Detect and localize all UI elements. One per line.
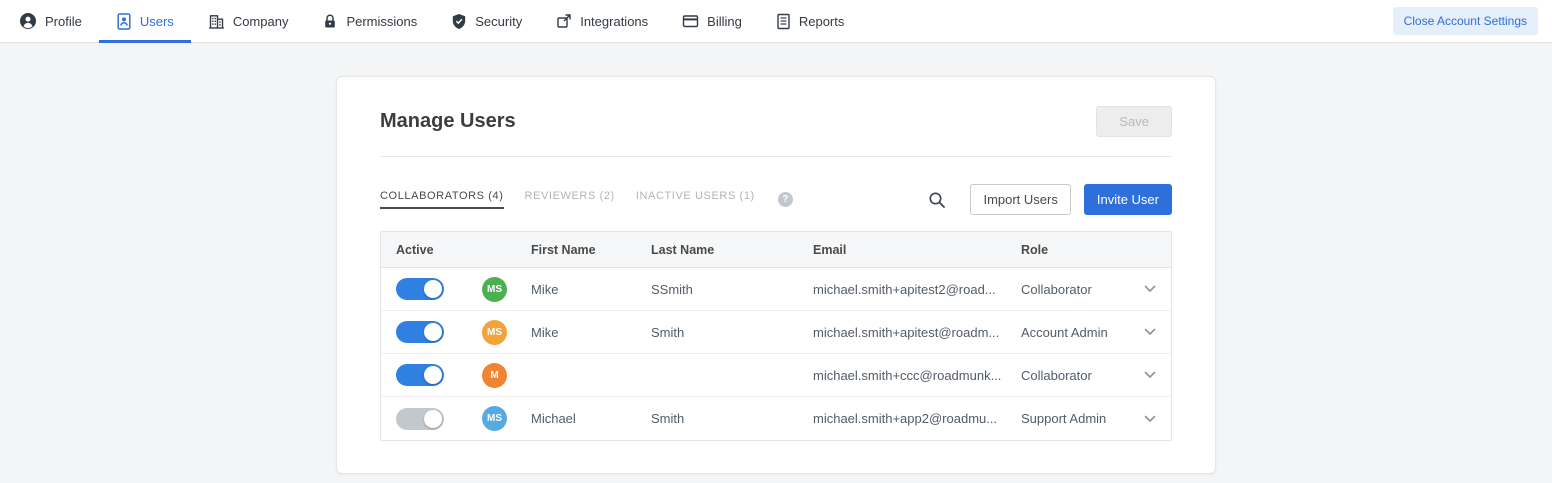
last-name-cell: Smith [651, 325, 813, 340]
avatar: MS [482, 320, 507, 345]
role-cell: Support Admin [1021, 411, 1138, 426]
users-toolbar: COLLABORATORS (4) REVIEWERS (2) INACTIVE… [380, 157, 1172, 231]
nav-item-label: Users [140, 14, 174, 29]
email-cell: michael.smith+ccc@roadmunk... [813, 368, 1021, 383]
active-cell: MS [381, 406, 531, 431]
company-icon [208, 13, 225, 30]
avatar: MS [482, 406, 507, 431]
nav-item-label: Billing [707, 14, 742, 29]
header-role: Role [1021, 243, 1138, 257]
table-row: MS Mike SSmith michael.smith+apitest2@ro… [381, 268, 1171, 311]
lock-icon [322, 13, 338, 30]
nav-item-label: Company [233, 14, 289, 29]
active-cell: MS [381, 277, 531, 302]
row-expand-button[interactable] [1138, 328, 1171, 336]
nav-item-company[interactable]: Company [191, 0, 306, 42]
role-cell: Collaborator [1021, 368, 1138, 383]
nav-item-label: Permissions [346, 14, 417, 29]
integrations-icon [556, 13, 572, 29]
first-name-cell: Mike [531, 325, 651, 340]
nav-item-profile[interactable]: Profile [2, 0, 99, 42]
email-cell: michael.smith+app2@roadmu... [813, 411, 1021, 426]
header-email: Email [813, 243, 1021, 257]
chevron-down-icon [1144, 371, 1156, 379]
row-expand-button[interactable] [1138, 371, 1171, 379]
last-name-cell: SSmith [651, 282, 813, 297]
nav-item-label: Reports [799, 14, 845, 29]
invite-user-button[interactable]: Invite User [1084, 184, 1172, 215]
active-cell: MS [381, 320, 531, 345]
users-table: Active First Name Last Name Email Role M… [380, 231, 1172, 441]
tab-collaborators[interactable]: COLLABORATORS (4) [380, 190, 504, 209]
account-settings-nav: Profile Users Company [0, 0, 1552, 43]
active-toggle[interactable] [396, 408, 444, 430]
card-header: Manage Users Save [380, 77, 1172, 157]
active-toggle[interactable] [396, 321, 444, 343]
first-name-cell: Mike [531, 282, 651, 297]
nav-item-billing[interactable]: Billing [665, 0, 759, 42]
shield-icon [451, 13, 467, 30]
save-button[interactable]: Save [1096, 106, 1172, 137]
chevron-down-icon [1144, 285, 1156, 293]
email-cell: michael.smith+apitest@roadm... [813, 325, 1021, 340]
toggle-knob [424, 323, 442, 341]
email-cell: michael.smith+apitest2@road... [813, 282, 1021, 297]
tab-reviewers[interactable]: REVIEWERS (2) [525, 190, 615, 209]
close-account-settings-button[interactable]: Close Account Settings [1393, 7, 1538, 35]
page-title: Manage Users [380, 110, 516, 133]
header-active: Active [381, 243, 531, 257]
active-toggle[interactable] [396, 278, 444, 300]
credit-card-icon [682, 13, 699, 29]
table-header-row: Active First Name Last Name Email Role [381, 232, 1171, 268]
help-icon[interactable]: ? [778, 192, 793, 207]
table-row: MS Michael Smith michael.smith+app2@road… [381, 397, 1171, 440]
reports-icon [776, 13, 791, 30]
active-cell: M [381, 363, 531, 388]
avatar: M [482, 363, 507, 388]
chevron-down-icon [1144, 415, 1156, 423]
role-cell: Account Admin [1021, 325, 1138, 340]
nav-item-label: Profile [45, 14, 82, 29]
users-icon [116, 13, 132, 30]
row-expand-button[interactable] [1138, 285, 1171, 293]
user-table-body: MS Mike SSmith michael.smith+apitest2@ro… [381, 268, 1171, 440]
toggle-knob [424, 280, 442, 298]
nav-item-users[interactable]: Users [99, 0, 191, 42]
table-row: M michael.smith+ccc@roadmunk... Collabor… [381, 354, 1171, 397]
profile-icon [19, 12, 37, 30]
search-icon [928, 191, 946, 209]
tab-inactive-users[interactable]: INACTIVE USERS (1) [636, 190, 755, 209]
first-name-cell: Michael [531, 411, 651, 426]
nav-item-integrations[interactable]: Integrations [539, 0, 665, 42]
row-expand-button[interactable] [1138, 415, 1171, 423]
table-row: MS Mike Smith michael.smith+apitest@road… [381, 311, 1171, 354]
header-first-name: First Name [531, 243, 651, 257]
chevron-down-icon [1144, 328, 1156, 336]
nav-item-security[interactable]: Security [434, 0, 539, 42]
toggle-knob [424, 366, 442, 384]
nav-item-label: Security [475, 14, 522, 29]
nav-item-reports[interactable]: Reports [759, 0, 862, 42]
active-toggle[interactable] [396, 364, 444, 386]
manage-users-card: Manage Users Save COLLABORATORS (4) REVI… [336, 76, 1216, 474]
search-button[interactable] [928, 191, 946, 209]
nav-spacer [861, 0, 1392, 42]
role-cell: Collaborator [1021, 282, 1138, 297]
avatar: MS [482, 277, 507, 302]
header-last-name: Last Name [651, 243, 813, 257]
import-users-button[interactable]: Import Users [970, 184, 1070, 215]
nav-item-label: Integrations [580, 14, 648, 29]
nav-item-permissions[interactable]: Permissions [305, 0, 434, 42]
last-name-cell: Smith [651, 411, 813, 426]
toggle-knob [424, 410, 442, 428]
